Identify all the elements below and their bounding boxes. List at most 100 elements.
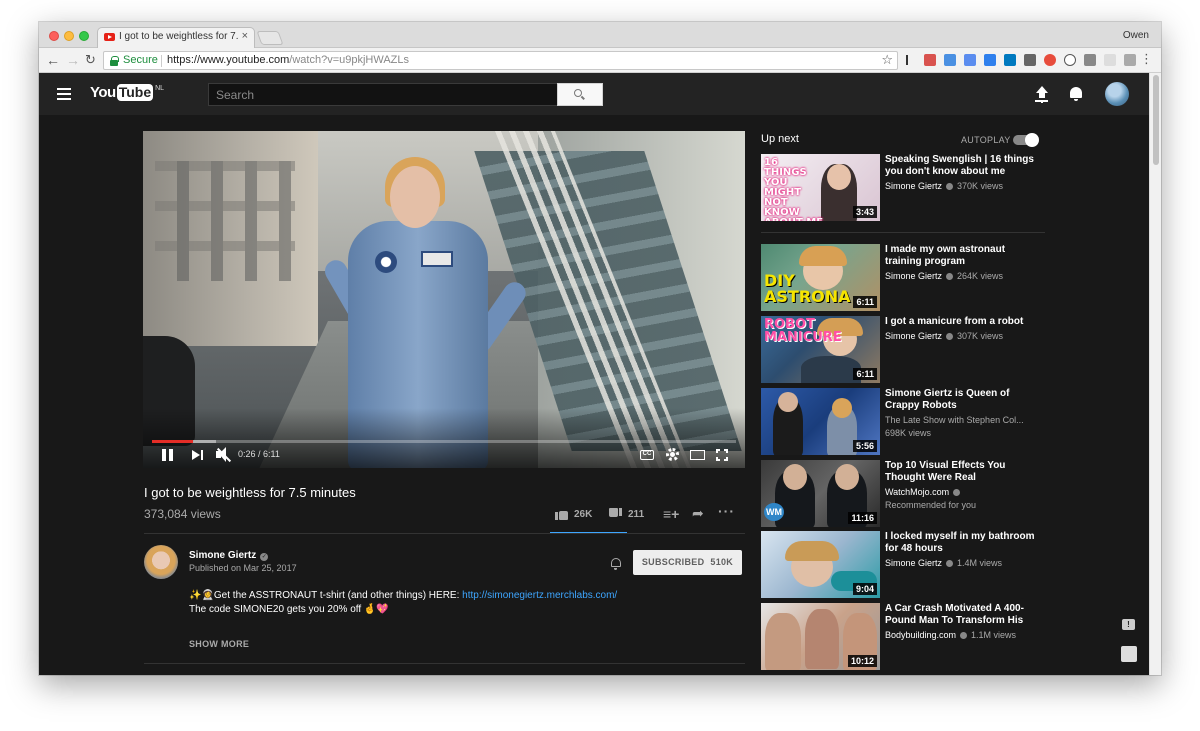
page-scrollbar[interactable] — [1149, 73, 1161, 675]
logo-tube-text: Tube — [116, 84, 154, 101]
video-title[interactable]: Simone Giertz is Queen of Crappy Robots — [885, 388, 1035, 412]
more-actions-icon[interactable]: ··· — [718, 504, 735, 518]
search-button[interactable] — [557, 83, 603, 106]
thumbs-up-icon[interactable] — [555, 508, 568, 520]
video-channel[interactable]: Bodybuilding.com 1.1M views — [885, 630, 1016, 640]
video-channel[interactable]: Simone Giertz 1.4M views — [885, 558, 1002, 568]
video-thumbnail[interactable]: ROBOT MANICURE 6:11 — [761, 316, 880, 383]
new-tab-button[interactable] — [256, 31, 284, 45]
up-next-item[interactable]: 5:56 Simone Giertz is Queen of Crappy Ro… — [761, 388, 1051, 456]
publish-date: Published on Mar 25, 2017 — [189, 563, 297, 573]
subscribed-button[interactable]: SUBSCRIBED 510K — [633, 550, 742, 575]
fullscreen-button[interactable] — [716, 449, 728, 461]
up-next-item[interactable]: WM 11:16 Top 10 Visual Effects You Thoug… — [761, 460, 1051, 528]
notification-bell-icon[interactable] — [611, 558, 621, 570]
video-channel[interactable]: Simone Giertz 370K views — [885, 181, 1003, 191]
video-thumbnail[interactable]: 9:04 — [761, 531, 880, 598]
channel-name[interactable]: Simone Giertz ✓ — [189, 550, 269, 561]
calendar-extension-icon[interactable] — [924, 54, 936, 66]
search-input[interactable] — [209, 84, 557, 105]
bookmark-star-icon[interactable]: ☆ — [881, 52, 893, 68]
video-player[interactable]: 0:26 / 6:11 CC — [143, 131, 745, 468]
like-count[interactable]: 26K — [574, 509, 592, 520]
subscribe-label: SUBSCRIBED — [641, 557, 705, 567]
progress-bar[interactable] — [152, 440, 736, 443]
progress-played — [152, 440, 193, 443]
feedback-icon[interactable]: ! — [1122, 619, 1135, 630]
channel-label: Simone Giertz — [885, 271, 943, 281]
video-title[interactable]: Speaking Swenglish | 16 things you don't… — [885, 154, 1035, 178]
video-thumbnail[interactable]: DIY ASTRONA 6:11 — [761, 244, 880, 311]
video-thumbnail[interactable]: 5:56 — [761, 388, 880, 455]
description-line-2: The code SIMONE20 gets you 20% off 🤞💖 — [189, 604, 389, 615]
channel-avatar[interactable] — [144, 545, 178, 579]
video-title[interactable]: A Car Crash Motivated A 400-Pound Man To… — [885, 603, 1035, 627]
theater-mode-button[interactable] — [690, 450, 705, 460]
hamburger-menu-icon[interactable] — [57, 88, 71, 100]
data-extension-icon[interactable] — [1084, 54, 1096, 66]
tab-title: I got to be weightless for 7.5 n — [119, 31, 239, 42]
account-avatar[interactable] — [1105, 82, 1129, 106]
video-title[interactable]: I made my own astronaut training program — [885, 244, 1035, 268]
video-thumbnail[interactable]: 10:12 — [761, 603, 880, 670]
video-duration: 11:16 — [848, 512, 877, 524]
mute-button[interactable] — [215, 447, 232, 463]
url-text[interactable]: https://www.youtube.com/watch?v=u9pkjHWA… — [167, 54, 409, 66]
captions-button[interactable]: CC — [640, 450, 654, 460]
forward-arrow-icon[interactable]: → — [66, 52, 80, 68]
autoplay-toggle[interactable] — [1013, 133, 1039, 147]
zoom-window-button[interactable] — [79, 31, 89, 41]
show-more-button[interactable]: SHOW MORE — [189, 639, 249, 649]
chrome-menu-icon[interactable]: ⋮ — [1140, 51, 1153, 67]
minimize-window-button[interactable] — [64, 31, 74, 41]
up-next-item[interactable]: 10:12 A Car Crash Motivated A 400-Pound … — [761, 603, 1051, 671]
back-arrow-icon[interactable]: ← — [46, 52, 60, 68]
secure-label: Secure — [123, 54, 158, 66]
miniplayer-icon[interactable] — [1121, 646, 1137, 662]
instapaper-extension-icon[interactable] — [906, 55, 908, 65]
settings-gear-icon[interactable] — [666, 448, 679, 461]
thumbnail-text: ROBOT MANICURE — [764, 317, 842, 345]
description-link[interactable]: http://simonegiertz.merchlabs.com/ — [462, 590, 617, 601]
screenshot-extension-icon[interactable] — [944, 54, 956, 66]
video-channel[interactable]: Simone Giertz 264K views — [885, 271, 1003, 281]
translate-extension-icon[interactable] — [964, 54, 976, 66]
next-video-button[interactable] — [192, 450, 204, 460]
reload-icon[interactable]: ↻ — [85, 52, 96, 68]
tab-close-icon[interactable]: × — [242, 30, 248, 42]
watchmojo-logo: WM — [764, 503, 784, 521]
window-extension-icon[interactable] — [984, 54, 996, 66]
up-next-item[interactable]: ROBOT MANICURE 6:11 I got a manicure fro… — [761, 316, 1051, 384]
share-icon[interactable]: ➦ — [692, 506, 704, 520]
omnibox-divider — [161, 55, 162, 67]
close-window-button[interactable] — [49, 31, 59, 41]
video-thumbnail[interactable]: WM 11:16 — [761, 460, 880, 527]
shield-extension-icon[interactable] — [1024, 54, 1036, 66]
notifications-bell-icon[interactable] — [1070, 87, 1082, 101]
thumbs-down-icon[interactable] — [609, 508, 622, 519]
scrollbar-thumb[interactable] — [1153, 75, 1159, 165]
up-next-item[interactable]: DIY ASTRONA 6:11 I made my own astronaut… — [761, 244, 1051, 312]
browser-window: I got to be weightless for 7.5 n × Owen … — [39, 22, 1161, 675]
video-channel[interactable]: Simone Giertz 307K views — [885, 331, 1003, 341]
video-title[interactable]: I got a manicure from a robot — [885, 316, 1035, 328]
video-title[interactable]: Top 10 Visual Effects You Thought Were R… — [885, 460, 1035, 484]
youtube-logo[interactable]: You Tube NL — [90, 84, 164, 104]
dislike-count[interactable]: 211 — [628, 509, 644, 520]
trello-extension-icon[interactable] — [1004, 54, 1016, 66]
address-bar[interactable]: Secure https://www.youtube.com/watch?v=u… — [103, 51, 898, 70]
grid-extension-icon[interactable] — [1124, 54, 1136, 66]
video-channel[interactable]: WatchMojo.com — [885, 487, 964, 497]
blank-extension-icon[interactable] — [1104, 54, 1116, 66]
video-channel[interactable]: The Late Show with Stephen Col... — [885, 415, 1024, 425]
add-to-playlist-icon[interactable]: ≡+ — [663, 507, 679, 521]
pause-button[interactable] — [162, 449, 174, 461]
video-title[interactable]: I locked myself in my bathroom for 48 ho… — [885, 531, 1035, 555]
up-next-item[interactable]: 16 THINGS YOU MIGHT NOT KNOW ABOUT ME 3:… — [761, 154, 1051, 222]
browser-profile-name[interactable]: Owen — [1123, 30, 1149, 41]
browser-tab-active[interactable]: I got to be weightless for 7.5 n × — [97, 27, 255, 49]
up-next-item[interactable]: 9:04 I locked myself in my bathroom for … — [761, 531, 1051, 599]
video-thumbnail[interactable]: 16 THINGS YOU MIGHT NOT KNOW ABOUT ME 3:… — [761, 154, 880, 221]
lastpass-extension-icon[interactable] — [1044, 54, 1056, 66]
info-extension-icon[interactable] — [1064, 54, 1076, 66]
